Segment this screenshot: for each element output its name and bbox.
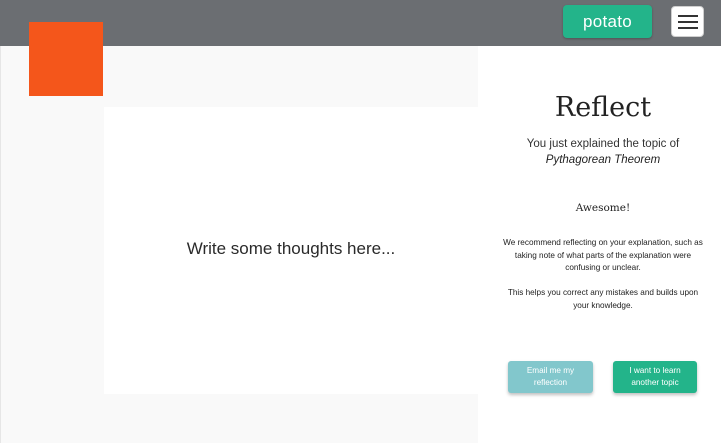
help-text: This helps you correct any mistakes and …	[507, 288, 699, 310]
email-reflection-button[interactable]: Email me my reflection	[508, 361, 593, 393]
reflect-panel: Reflect You just explained the topic of …	[478, 46, 721, 443]
user-button[interactable]: potato	[563, 5, 652, 38]
menu-bar	[678, 27, 698, 29]
top-bar: potato	[0, 0, 721, 46]
reflection-placeholder: Write some thoughts here...	[186, 239, 396, 258]
menu-bar	[678, 15, 698, 17]
intro-text: You just explained the topic of	[526, 138, 680, 150]
awesome-text: Awesome!	[575, 202, 631, 214]
learn-another-topic-label: I want to learn another topic	[629, 366, 681, 387]
topic-name: Pythagorean Theorem	[545, 154, 661, 166]
logo	[29, 22, 103, 96]
recommendation-text: We recommend reflecting on your explanat…	[503, 238, 703, 272]
page-title: Reflect	[554, 92, 652, 123]
menu-bar	[678, 21, 698, 23]
email-reflection-label: Email me my reflection	[526, 366, 575, 387]
learn-another-topic-button[interactable]: I want to learn another topic	[613, 361, 697, 393]
hamburger-menu-icon[interactable]	[671, 6, 704, 37]
reflection-textarea[interactable]: Write some thoughts here...	[104, 107, 478, 394]
